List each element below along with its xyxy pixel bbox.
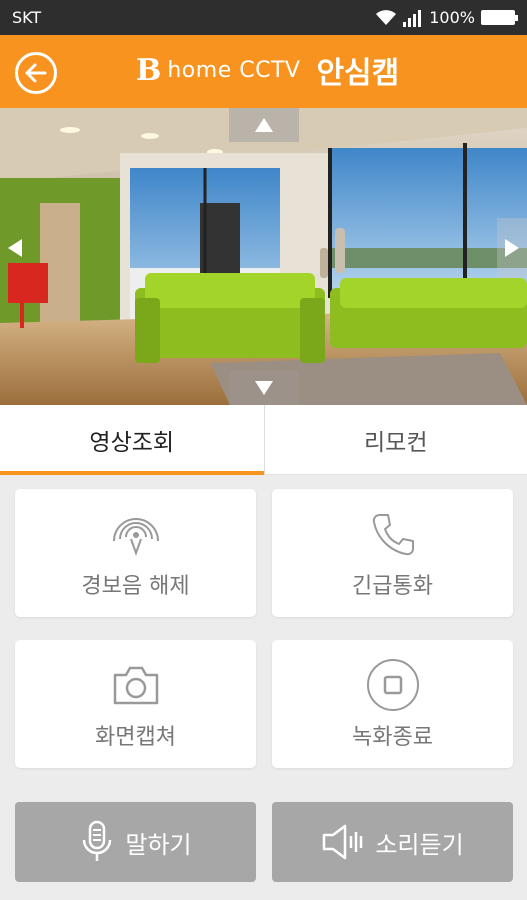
camera-view[interactable] — [0, 108, 527, 405]
capture-button[interactable]: 화면캡쳐 — [15, 640, 256, 768]
triangle-right-icon — [505, 239, 519, 257]
talk-label: 말하기 — [125, 830, 192, 859]
brand-subtitle: home CCTV — [167, 57, 301, 83]
talk-button[interactable]: 말하기 — [15, 802, 256, 882]
tab-remote[interactable]: 리모컨 — [263, 405, 527, 475]
back-button[interactable] — [15, 52, 57, 94]
wifi-icon — [376, 9, 397, 25]
brand-logo: B — [136, 52, 162, 88]
capture-label: 화면캡쳐 — [95, 725, 176, 750]
alarm-off-label: 경보음 해제 — [81, 574, 190, 599]
triangle-up-icon — [255, 118, 273, 132]
battery-percent: 100% — [429, 8, 475, 27]
tab-video-view-label: 영상조회 — [89, 430, 175, 456]
alarm-off-button[interactable]: 경보음 해제 — [15, 489, 256, 617]
app-header: B home CCTV 안심캠 — [0, 35, 527, 108]
pan-up-button[interactable] — [229, 108, 299, 142]
signal-icon — [403, 9, 422, 27]
stop-recording-button[interactable]: 녹화종료 — [272, 640, 513, 768]
status-icons: 100% — [375, 8, 518, 27]
listen-label: 소리듣기 — [375, 830, 464, 859]
emergency-call-button[interactable]: 긴급통화 — [272, 489, 513, 617]
tab-video-view[interactable]: 영상조회 — [0, 405, 264, 475]
carrier-label: SKT — [12, 8, 42, 27]
camera-icon — [108, 657, 164, 713]
pan-down-button[interactable] — [229, 371, 299, 405]
pan-left-button[interactable] — [0, 218, 30, 278]
pan-right-button[interactable] — [497, 218, 527, 278]
speaker-icon — [321, 822, 365, 862]
tab-remote-label: 리모컨 — [364, 429, 428, 456]
microphone-icon — [79, 820, 115, 864]
tab-bar: 영상조회 리모컨 — [0, 405, 527, 475]
stop-icon — [365, 657, 421, 713]
battery-icon — [481, 10, 518, 25]
triangle-down-icon — [255, 381, 273, 395]
living-room-image — [0, 108, 527, 405]
triangle-left-icon — [8, 239, 22, 257]
brand: B home CCTV 안심캠 — [136, 50, 400, 92]
alarm-waves-icon — [108, 506, 164, 562]
listen-button[interactable]: 소리듣기 — [272, 802, 513, 882]
status-bar: SKT 100% — [0, 0, 527, 35]
stop-recording-label: 녹화종료 — [352, 725, 433, 750]
arrow-left-icon — [25, 63, 47, 83]
phone-icon — [365, 506, 421, 562]
page-title: 안심캠 — [316, 56, 400, 91]
emergency-call-label: 긴급통화 — [352, 574, 433, 599]
